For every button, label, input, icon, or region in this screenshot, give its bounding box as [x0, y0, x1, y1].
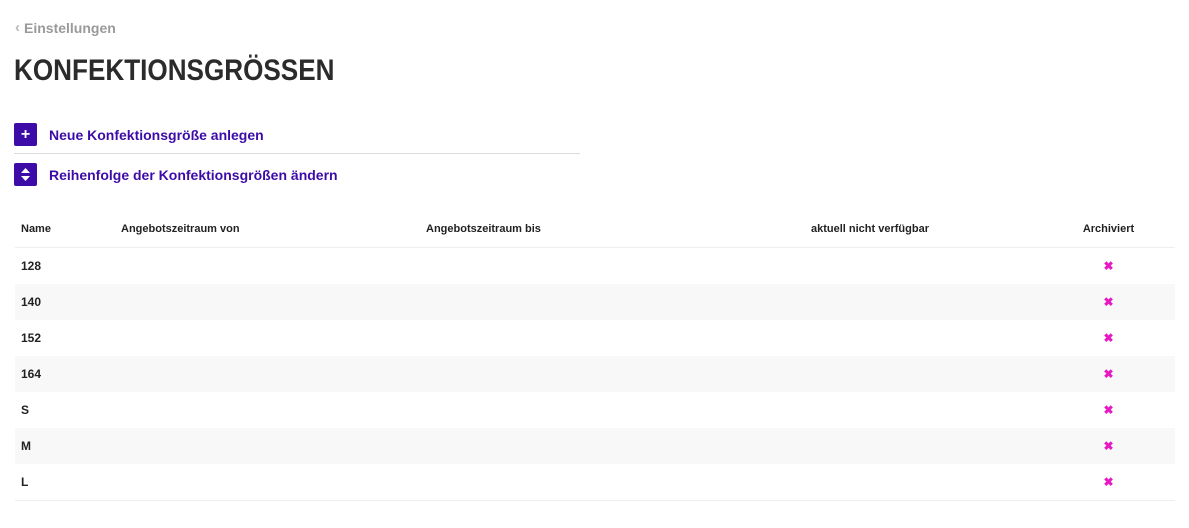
cell-offer-from [115, 320, 420, 356]
table-row[interactable]: 164 ✖ [15, 356, 1175, 392]
page-title: KONFEKTIONSGRÖSSEN [14, 54, 335, 87]
column-header-archived[interactable]: Archiviert [1042, 211, 1175, 248]
close-icon: ✖ [1103, 403, 1114, 417]
sort-icon [14, 163, 37, 186]
plus-icon: + [14, 123, 37, 146]
cell-archived: ✖ [1042, 356, 1175, 392]
cell-offer-to [420, 320, 805, 356]
cell-unavailable [805, 392, 1042, 428]
cell-offer-from [115, 464, 420, 501]
cell-offer-from [115, 392, 420, 428]
cell-offer-to [420, 428, 805, 464]
actions-list: + Neue Konfektionsgröße anlegen Reihenfo… [14, 118, 580, 191]
cell-archived: ✖ [1042, 428, 1175, 464]
cell-offer-from [115, 248, 420, 285]
cell-archived: ✖ [1042, 284, 1175, 320]
column-header-from[interactable]: Angebotszeitraum von [115, 211, 420, 248]
table-row[interactable]: M ✖ [15, 428, 1175, 464]
divider [14, 153, 580, 154]
table-row[interactable]: S ✖ [15, 392, 1175, 428]
back-link-label: Einstellungen [24, 19, 116, 36]
close-icon: ✖ [1103, 439, 1114, 453]
cell-name: L [15, 464, 115, 501]
cell-offer-from [115, 428, 420, 464]
close-icon: ✖ [1103, 259, 1114, 273]
cell-name: S [21, 403, 30, 417]
cell-offer-to [420, 356, 805, 392]
reorder-sizes-button[interactable]: Reihenfolge der Konfektionsgrößen ändern [14, 158, 580, 191]
cell-name: 140 [15, 284, 115, 320]
column-header-name[interactable]: Name [15, 211, 115, 248]
sizes-table: Name Angebotszeitraum von Angebotszeitra… [15, 211, 1175, 501]
cell-archived: ✖ [1042, 464, 1175, 501]
table-row[interactable]: L ✖ [15, 464, 1175, 501]
table-header-row: Name Angebotszeitraum von Angebotszeitra… [15, 211, 1175, 248]
cell-unavailable [805, 464, 1042, 501]
cell-offer-to [420, 284, 805, 320]
back-link[interactable]: ‹ Einstellungen [15, 19, 116, 36]
chevron-left-icon: ‹ [15, 19, 20, 36]
cell-name: 128 [21, 259, 42, 273]
column-header-to[interactable]: Angebotszeitraum bis [420, 211, 805, 248]
create-size-label: Neue Konfektionsgröße anlegen [49, 126, 264, 143]
cell-archived: ✖ [1042, 320, 1175, 356]
cell-offer-to [420, 464, 805, 501]
cell-archived: ✖ [1042, 248, 1175, 285]
cell-offer-from [115, 356, 420, 392]
cell-name: 152 [21, 331, 42, 345]
table-row[interactable]: 152 ✖ [15, 320, 1175, 356]
cell-offer-from [115, 284, 420, 320]
close-icon: ✖ [1103, 331, 1114, 345]
cell-archived: ✖ [1042, 392, 1175, 428]
cell-unavailable [805, 248, 1042, 285]
cell-offer-to [420, 392, 805, 428]
cell-name: M [15, 428, 115, 464]
cell-offer-to [420, 248, 805, 285]
cell-unavailable [805, 428, 1042, 464]
create-size-button[interactable]: + Neue Konfektionsgröße anlegen [14, 118, 580, 151]
close-icon: ✖ [1103, 475, 1114, 489]
table-row[interactable]: 140 ✖ [15, 284, 1175, 320]
reorder-sizes-label: Reihenfolge der Konfektionsgrößen ändern [49, 166, 338, 183]
cell-unavailable [805, 356, 1042, 392]
close-icon: ✖ [1103, 367, 1114, 381]
cell-unavailable [805, 284, 1042, 320]
cell-name: 164 [15, 356, 115, 392]
column-header-unavailable[interactable]: aktuell nicht verfügbar [805, 211, 1042, 248]
table-row[interactable]: 128 ✖ [15, 248, 1175, 285]
close-icon: ✖ [1103, 295, 1114, 309]
cell-unavailable [805, 320, 1042, 356]
